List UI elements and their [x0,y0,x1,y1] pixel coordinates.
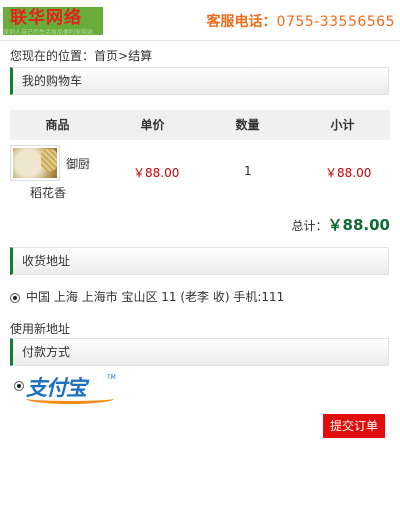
total-label: 总计： [291,219,328,233]
product-name-line2[interactable]: 稻花香 [30,184,66,201]
phone-label: 客服电话： [206,14,277,30]
shipping-section-title: 收货地址 [10,247,389,275]
product-unit-price: ￥88.00 [133,166,180,180]
payment-radio[interactable] [14,381,24,391]
address-option[interactable]: 中国 上海 上海市 宝山区 11 (老李 收) 手机:111 [10,288,284,305]
payment-option-alipay[interactable]: 支付宝 TM [14,374,124,406]
breadcrumb-prefix: 您现在的位置： [10,49,95,63]
address-text: 中国 上海 上海市 宝山区 11 (老李 收) 手机:111 [26,290,285,304]
payment-section-title: 付款方式 [10,338,389,366]
product-quantity: 1 [244,164,252,178]
breadcrumb: 您现在的位置：首页>结算 [10,47,152,64]
logo-subtitle: 深圳人自己的生活食品便利采购站 [3,29,94,36]
total-value: ￥88.00 [327,216,390,234]
cart-row: 御厨 稻花香 ￥88.00 1 ￥88.00 [0,110,400,200]
breadcrumb-current: 结算 [128,49,153,63]
address-radio[interactable] [10,292,20,303]
breadcrumb-home-link[interactable]: 首页 [94,49,118,63]
cart-section-title: 我的购物车 [10,67,389,95]
product-subtotal: ￥88.00 [325,166,372,180]
site-header: 联华网络 深圳人自己的生活食品便利采购站 客服电话：0755-33556565 [0,0,400,41]
alipay-swoosh-icon [26,393,114,404]
product-name-line1[interactable]: 御厨 [66,155,90,172]
site-logo[interactable]: 联华网络 深圳人自己的生活食品便利采购站 [3,7,103,36]
submit-order-button[interactable]: 提交订单 [323,414,385,438]
product-thumbnail[interactable] [10,145,60,181]
phone-number: 0755-33556565 [276,14,395,30]
order-total: 总计：￥88.00 [292,214,390,235]
service-phone: 客服电话：0755-33556565 [207,11,395,31]
logo-title: 联华网络 [10,8,82,28]
new-address-link[interactable]: 使用新地址 [10,320,70,337]
breadcrumb-separator: > [118,49,129,63]
alipay-trademark: TM [107,374,116,381]
